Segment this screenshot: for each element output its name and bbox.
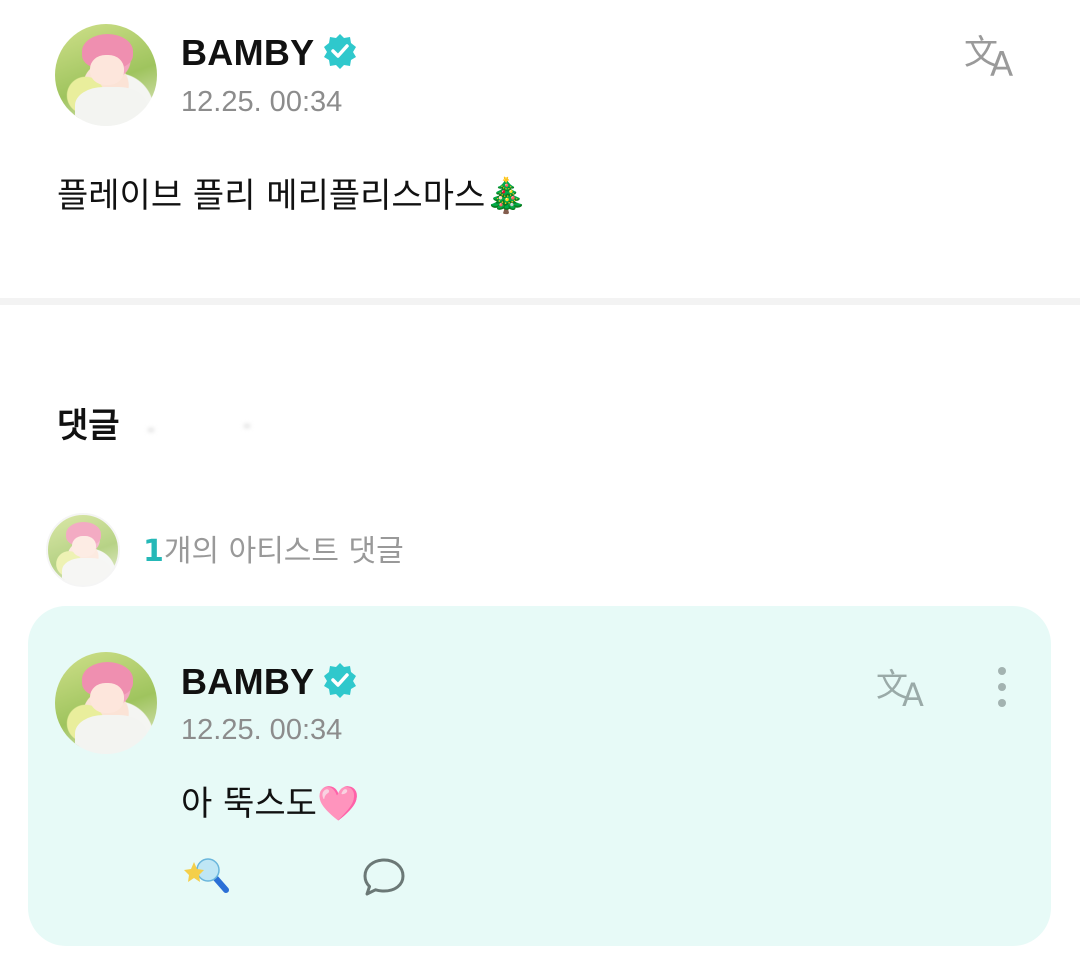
comment-body: 아 뚝스도🩷 (181, 776, 359, 825)
translate-icon[interactable]: 文 A (962, 28, 1026, 85)
svg-text:A: A (902, 676, 924, 712)
comment-body-text: 아 뚝스도 (181, 784, 317, 824)
artist-comment-summary[interactable]: 1개의 아티스트 댓글 (143, 526, 404, 570)
comment-author-avatar[interactable] (55, 652, 157, 754)
comments-section-title: 댓글 (57, 406, 120, 446)
artist-comment-count: 1 (143, 534, 164, 569)
comment-author-name[interactable]: BAMBY (181, 661, 315, 703)
post-timestamp: 12.25. 00:34 (181, 86, 343, 118)
post-body-text: 플레이브 플리 메리플리스마스 (57, 176, 486, 216)
post-author-row: BAMBY (181, 30, 359, 76)
section-divider (0, 298, 1080, 305)
post-body: 플레이브 플리 메리플리스마스🎄 (57, 168, 528, 217)
post-author-avatar[interactable] (55, 24, 157, 126)
more-vertical-icon[interactable] (990, 664, 1014, 712)
pink-heart-emoji: 🩷 (316, 784, 360, 824)
post-author-name[interactable]: BAMBY (181, 32, 315, 74)
christmas-tree-emoji: 🎄 (485, 176, 528, 216)
verified-badge-icon (321, 32, 359, 74)
verified-badge-icon (321, 661, 359, 703)
star-lightstick-icon[interactable] (182, 856, 230, 898)
comment-timestamp: 12.25. 00:34 (181, 714, 343, 746)
comment-author-row: BAMBY (181, 659, 359, 705)
artist-comment-summary-label: 개의 아티스트 댓글 (163, 534, 404, 569)
svg-text:A: A (990, 45, 1013, 80)
comment-count-blurred (148, 422, 258, 436)
comment-translate-icon[interactable]: 文 A (874, 660, 938, 714)
artist-summary-avatar (46, 513, 120, 587)
speech-bubble-icon[interactable] (361, 856, 407, 898)
